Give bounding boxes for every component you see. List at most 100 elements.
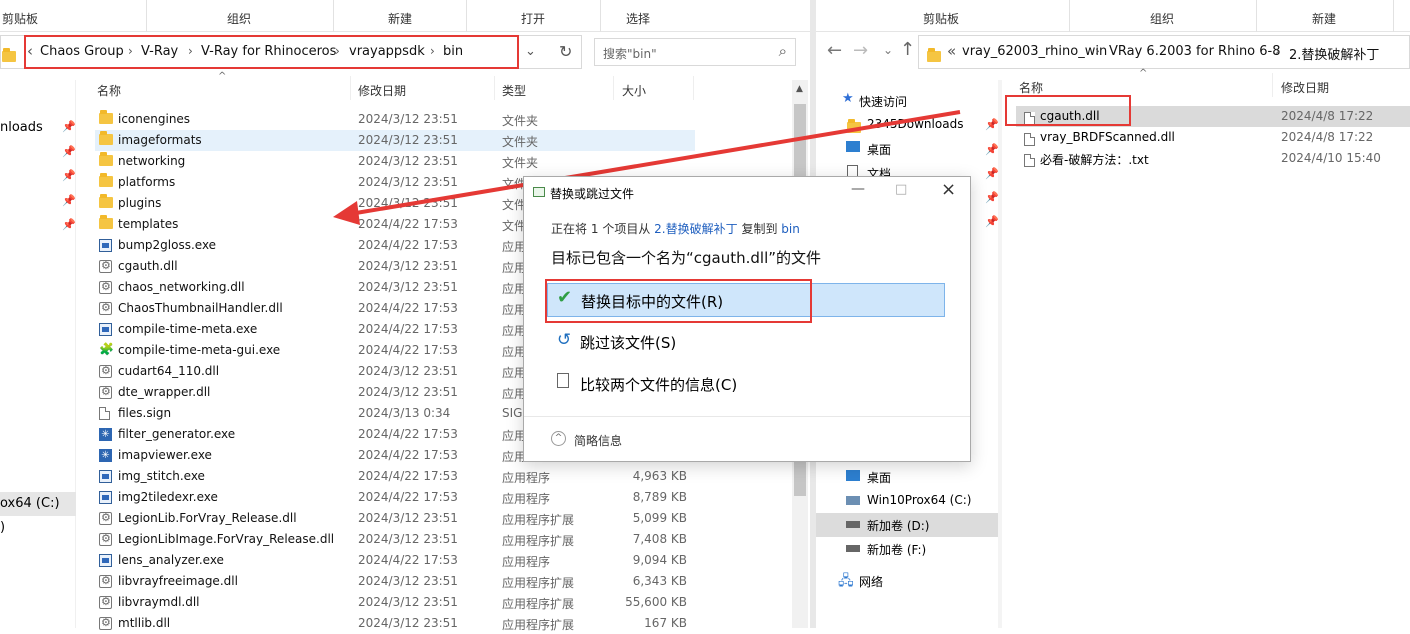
compare-files-label: 比较两个文件的信息(C) [580,376,738,394]
drive-d-item[interactable]: 新加卷 (D:) [867,517,929,534]
left-ribbon-select: 选择 [626,12,651,26]
file-date: 2024/3/12 23:51 [358,259,458,273]
star-icon: ★ [842,91,854,106]
left-header-date[interactable]: 修改日期 [358,82,406,99]
desktop-item[interactable]: 桌面 [867,141,891,158]
scroll-up-icon[interactable]: ▲ [796,84,803,94]
column-divider [613,76,614,100]
details-label[interactable]: 简略信息 [574,432,622,449]
text-file-icon [1024,154,1035,167]
dialog-footer-divider [524,416,970,417]
file-date: 2024/3/12 23:51 [358,595,458,609]
compare-files-option[interactable]: 比较两个文件的信息(C) [547,367,945,401]
dll-icon [99,385,112,399]
file-row[interactable]: libvraymdl.dll 2024/3/12 23:51 应用程序扩展 55,60… [95,592,695,613]
refresh-icon[interactable]: ↻ [559,42,572,61]
left-ribbon-clipboard: 剪贴板 [2,12,39,26]
file-name: chaos_networking.dll [118,280,245,294]
folder-icon [99,173,113,187]
file-date: 2024/3/12 23:51 [358,196,458,210]
dll-icon [1024,133,1035,146]
left-ribbon-separator-4 [600,0,601,32]
dropdown-chevron-icon[interactable]: ⌄ [525,44,536,59]
drive-c-item[interactable]: Win10Prox64 (C:) [867,493,971,507]
right-ribbon-clipboard: 剪贴板 [923,12,960,26]
dialog-message: 目标已包含一个名为“cgauth.dll”的文件 [551,249,822,267]
file-name: filter_generator.exe [118,427,236,441]
file-date: 2024/3/12 23:51 [358,511,458,525]
minimize-icon[interactable]: — [851,181,865,197]
file-row[interactable]: networking 2024/3/12 23:51 文件夹 [95,151,695,172]
pin-icon: 📌 [62,120,76,133]
left-header-size[interactable]: 大小 [622,82,646,99]
dropdown-chevron-icon[interactable]: ⌄ [883,43,893,57]
back-arrow-icon[interactable]: ← [827,40,842,61]
right-address-bar[interactable]: « vray_62003_rhino_win › VRay 6.2003 for… [918,35,1410,69]
collapse-details-icon[interactable]: ^ [551,431,566,446]
file-row[interactable]: LegionLibImage.ForVray_Release.dll 2024/3… [95,529,695,550]
right-header-date[interactable]: 修改日期 [1281,79,1329,96]
file-type: 应用程序 [502,471,551,485]
dll-icon [99,259,112,273]
pin-icon: 📌 [985,215,999,228]
left-header-name[interactable]: 名称 [97,82,121,99]
desktop-item-lower[interactable]: 桌面 [867,469,891,486]
pin-icon: 📌 [62,169,76,182]
right-file-date: 2024/4/10 15:40 [1281,151,1381,165]
file-name: cudart64_110.dll [118,364,220,378]
left-ribbon-open: 打开 [521,12,546,26]
skip-file-label: 跳过该文件(S) [580,334,677,352]
right-header-name[interactable]: 名称 [1019,79,1043,96]
file-date: 2024/3/12 23:51 [358,154,458,168]
downloads-label[interactable]: nloads [0,120,43,135]
right-file-row[interactable]: 必看-破解方法：.txt 2024/4/10 15:40 [1016,148,1410,169]
file-date: 2024/4/22 17:53 [358,343,458,357]
file-size: 5,099 KB [632,511,687,525]
crumb-vray-62003[interactable]: vray_62003_rhino_win [962,44,1107,59]
source-folder-link[interactable]: 2.替换破解补丁 [654,222,737,236]
crumb-vray-6-2003-rhino[interactable]: VRay 6.2003 for Rhino 6-8 [1109,44,1281,59]
network-item[interactable]: 网络 [859,573,883,590]
file-row[interactable]: iconengines 2024/3/12 23:51 文件夹 [95,109,695,130]
up-arrow-icon[interactable]: ↑ [900,39,915,60]
file-date: 2024/3/12 23:51 [358,280,458,294]
file-row[interactable]: libvrayfreeimage.dll 2024/3/12 23:51 应用程序扩… [95,571,695,592]
left-drive-c[interactable]: ox64 (C:) [0,492,76,516]
crumb-replace-patch[interactable]: 2.替换破解补丁 [1289,44,1379,63]
right-file-row[interactable]: vray_BRDFScanned.dll 2024/4/8 17:22 [1016,127,1410,148]
close-icon[interactable]: × [941,179,956,200]
left-header-type[interactable]: 类型 [502,82,526,99]
right-nav-scrollbar [998,80,1002,628]
skip-file-option[interactable]: ↺ 跳过该文件(S) [547,325,945,359]
forward-arrow-icon[interactable]: → [853,40,868,61]
destination-folder-link[interactable]: bin [781,222,800,236]
left-ribbon-separator-1 [146,0,147,32]
pin-icon: 📌 [985,118,999,131]
file-row[interactable]: img_stitch.exe 2024/4/22 17:53 应用程序 4,963 K… [95,466,695,487]
file-type: 文件夹 [502,114,539,128]
column-divider [350,76,351,100]
quick-access-item[interactable]: 快速访问 [859,93,907,110]
file-size: 55,600 KB [625,595,687,609]
file-row[interactable]: img2tiledexr.exe 2024/4/22 17:53 应用程序 8,789… [95,487,695,508]
left-drive-fragment[interactable]: ) [0,520,5,535]
exe-icon [99,491,112,504]
file-row[interactable]: lens_analyzer.exe 2024/4/22 17:53 应用程序 9,09… [95,550,695,571]
right-ribbon-new: 新建 [1312,12,1337,26]
file-row[interactable]: LegionLib.ForVray_Release.dll 2024/3/12 2… [95,508,695,529]
dll-icon [99,595,112,609]
file-name: imapviewer.exe [118,448,212,462]
right-ribbon-separator-3 [1393,0,1394,32]
left-search-input[interactable]: 搜索"bin" ⌕ [594,38,796,66]
file-type: SIG [502,406,523,420]
file-date: 2024/3/13 0:34 [358,406,451,420]
right-overflow-chevron[interactable]: « [947,42,956,60]
downloads-item[interactable]: 2345Downloads [867,117,963,131]
drive-f-item[interactable]: 新加卷 (F:) [867,541,926,558]
copy-info-mid: 个项目从 [602,222,651,236]
file-type: 应用程序扩展 [502,513,575,527]
file-row[interactable]: imageformats 2024/3/12 23:51 文件夹 [95,130,695,151]
pin-icon: 📌 [62,145,76,158]
folder-icon [847,119,861,133]
file-row[interactable]: mtllib.dll2024/3/12 23:51应用程序扩展167 KB [95,613,695,634]
